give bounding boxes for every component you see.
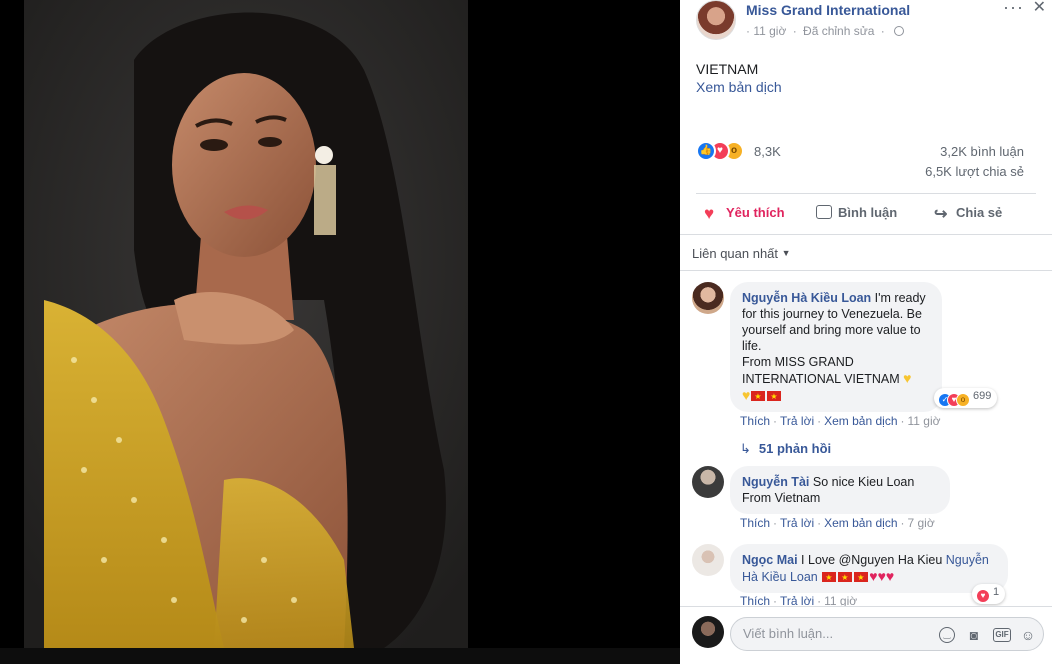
comment-bubble: Nguyễn Tài So nice Kieu Loan From Vietna… — [730, 466, 950, 514]
share-button-label: Chia sẻ — [956, 205, 1003, 220]
vietnam-flag-icon — [838, 570, 853, 586]
comment-translate-link[interactable]: Xem bản dịch — [824, 414, 897, 428]
post-meta: · 11 giờ · Đã chỉnh sửa · — [746, 24, 905, 38]
divider — [680, 234, 1052, 235]
action-bar: ♥ Yêu thích Bình luận ↪ Chia sẻ — [696, 198, 1036, 228]
comment-input-placeholder: Viết bình luận... — [743, 626, 834, 641]
caret-down-icon: ▼ — [781, 248, 791, 258]
comment-author[interactable]: Nguyễn Hà Kiều Loan — [742, 291, 871, 305]
comment-reactions[interactable]: ✓ ♥ o 699 — [934, 388, 998, 408]
share-button[interactable]: ↪ Chia sẻ — [934, 205, 1003, 223]
comment-sort-dropdown[interactable]: Liên quan nhất ▼ — [692, 246, 791, 261]
comment-actions: Thích · Trả lời · Xem bản dịch · 11 giờ — [740, 414, 941, 428]
comment-button[interactable]: Bình luận — [816, 205, 897, 220]
comment-reply-link[interactable]: Trả lời — [780, 414, 814, 428]
dot-separator: · — [773, 516, 778, 530]
more-icon[interactable]: ··· — [1003, 0, 1024, 16]
dot-separator: · — [746, 24, 750, 38]
view-replies-link[interactable]: ↳ 51 phản hồi — [740, 441, 831, 457]
love-icon: ♥ — [976, 589, 990, 603]
heart-icon: ♥ — [704, 204, 715, 223]
post-text: VIETNAM — [696, 61, 759, 77]
post-time[interactable]: 11 giờ — [753, 24, 786, 38]
yellow-heart-icon: ♥ — [742, 387, 751, 403]
dot-separator: · — [773, 414, 778, 428]
post-photo[interactable] — [24, 0, 468, 648]
comment-button-label: Bình luận — [838, 205, 898, 220]
replies-count: 51 phản hồi — [758, 441, 832, 456]
comment-count[interactable]: 3,2K bình luận — [940, 144, 1024, 159]
page-name[interactable]: Miss Grand International — [746, 2, 910, 18]
comment-bubble: Nguyễn Hà Kiều Loan I'm ready for this j… — [730, 282, 942, 412]
comment-reply-link[interactable]: Trả lời — [780, 516, 814, 530]
vietnam-flag-icon — [767, 389, 782, 405]
page-avatar[interactable] — [696, 0, 736, 40]
vietnam-flag-icon — [854, 570, 869, 586]
avatar[interactable] — [692, 282, 724, 314]
see-translation-link[interactable]: Xem bản dịch — [696, 79, 782, 95]
comment-actions: Thích · Trả lời · Xem bản dịch · 7 giờ — [740, 516, 935, 530]
reaction-count[interactable]: 8,3K — [754, 144, 781, 159]
dot-separator: · — [880, 24, 885, 38]
red-heart-icon: ♥♥♥ — [869, 568, 895, 584]
like-button-label: Yêu thích — [726, 205, 785, 220]
avatar[interactable] — [692, 466, 724, 498]
gif-icon[interactable]: GIF — [993, 628, 1011, 642]
comment-composer: Viết bình luận... ‿ ◙ GIF ☺ — [680, 606, 1052, 664]
dot-separator: · — [900, 516, 905, 530]
comment-text: From MISS GRAND INTERNATIONAL VIETNAM — [742, 355, 900, 386]
vietnam-flag-icon — [822, 570, 837, 586]
wow-icon: o — [956, 393, 970, 407]
photo-viewer — [0, 0, 680, 664]
comment-time[interactable]: 11 giờ — [908, 414, 941, 428]
post-header: Miss Grand International · 11 giờ · Đã c… — [680, 0, 1052, 50]
dot-separator: · — [900, 414, 905, 428]
comment-text: I Love @Nguyen Ha Kieu — [801, 553, 943, 567]
close-icon[interactable]: ✕ — [1033, 0, 1046, 16]
comment-time[interactable]: 7 giờ — [908, 516, 935, 530]
post-panel: Miss Grand International · 11 giờ · Đã c… — [680, 0, 1052, 664]
comment-reaction-count: 1 — [993, 586, 1000, 598]
edited-label[interactable]: Đã chỉnh sửa — [803, 24, 874, 38]
comment-translate-link[interactable]: Xem bản dịch — [824, 516, 897, 530]
divider — [680, 270, 1052, 271]
yellow-heart-icon: ♥ — [903, 370, 912, 386]
share-count[interactable]: 6,5K lượt chia sẻ — [925, 164, 1024, 179]
comment-like-link[interactable]: Thích — [740, 516, 770, 530]
globe-icon — [894, 26, 905, 36]
divider — [696, 193, 1036, 194]
comment-author[interactable]: Nguyễn Tài — [742, 475, 809, 489]
share-icon: ↪ — [934, 206, 948, 223]
portrait-illustration — [24, 0, 468, 648]
comment-reactions[interactable]: ♥ 1 — [972, 584, 1006, 604]
dot-separator: · — [792, 24, 797, 38]
emoji-icon[interactable]: ‿ — [939, 627, 955, 643]
comment-icon — [816, 205, 832, 219]
like-icon: 👍 — [696, 141, 716, 161]
vietnam-flag-icon — [751, 389, 766, 405]
sort-label: Liên quan nhất — [692, 246, 779, 261]
comment-input[interactable]: Viết bình luận... ‿ ◙ GIF ☺ — [730, 617, 1044, 651]
user-avatar[interactable] — [692, 616, 724, 648]
comment-author[interactable]: Ngọc Mai — [742, 553, 798, 567]
sticker-icon[interactable]: ☺ — [1019, 626, 1037, 644]
like-button[interactable]: ♥ Yêu thích — [704, 204, 785, 223]
avatar[interactable] — [692, 544, 724, 576]
comment-reaction-count: 699 — [973, 390, 992, 402]
comment-like-link[interactable]: Thích — [740, 414, 770, 428]
camera-icon[interactable]: ◙ — [965, 626, 983, 644]
comment-bubble: Ngọc Mai I Love @Nguyen Ha Kieu Nguyễn H… — [730, 544, 1008, 593]
dot-separator: · — [817, 516, 822, 530]
reply-arrow-icon: ↳ — [740, 441, 751, 456]
dot-separator: · — [817, 414, 822, 428]
thumbnail-strip — [0, 648, 680, 664]
